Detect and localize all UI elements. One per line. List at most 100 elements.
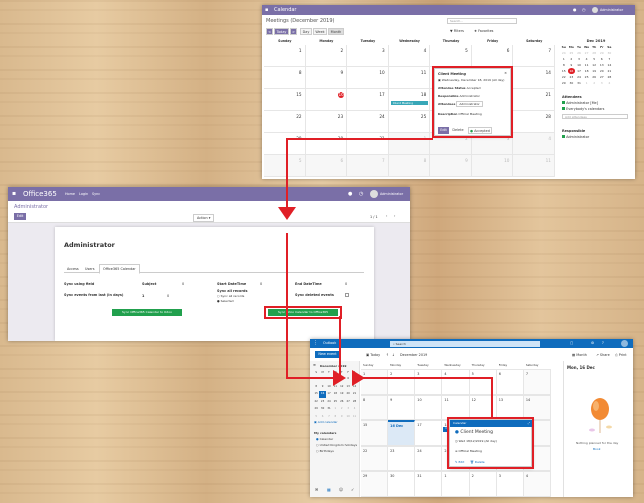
attendee-select[interactable]: Add attendees: [562, 114, 628, 119]
header-icon-1[interactable]: ▢: [570, 341, 573, 345]
day-cell[interactable]: 1: [442, 471, 470, 497]
apps-menu-icon[interactable]: ▪: [265, 7, 268, 13]
mini-day[interactable]: 2: [590, 80, 598, 86]
breadcrumb[interactable]: Administrator: [14, 204, 48, 210]
mini-day[interactable]: 30: [568, 80, 576, 86]
day-cell[interactable]: 24: [347, 111, 389, 133]
menu-home[interactable]: Home: [65, 192, 75, 196]
sync-days-value[interactable]: 1: [142, 294, 144, 298]
day-cell[interactable]: 10: [471, 155, 514, 177]
day-cell[interactable]: 15: [361, 420, 389, 446]
avatar[interactable]: [621, 340, 628, 347]
day-cell[interactable]: 6: [471, 45, 514, 67]
day-cell[interactable]: 9: [388, 394, 416, 421]
prev-button[interactable]: <: [266, 28, 273, 35]
day-cell[interactable]: 6: [305, 155, 348, 177]
sync-all-records-option[interactable]: ○ Sync all records: [217, 294, 244, 298]
sync-deleted-checkbox[interactable]: [345, 293, 349, 297]
day-cell[interactable]: 18: [388, 89, 431, 111]
day-cell[interactable]: 11: [513, 155, 555, 177]
day-cell[interactable]: 16: [305, 89, 348, 111]
month-view-button[interactable]: Month: [328, 28, 344, 35]
mini-day[interactable]: 3: [598, 80, 606, 86]
activity-icon[interactable]: ◷: [582, 7, 586, 12]
day-cell[interactable]: 17: [347, 89, 389, 111]
checkbox-icon[interactable]: [562, 101, 565, 104]
day-cell[interactable]: 30: [388, 471, 416, 497]
today-button[interactable]: Today: [274, 28, 289, 35]
day-cell[interactable]: 5: [430, 45, 472, 67]
mini-day[interactable]: 11: [351, 414, 357, 421]
day-cell[interactable]: 21: [513, 89, 555, 111]
checkbox-icon[interactable]: [562, 135, 565, 138]
mini-day[interactable]: 1: [583, 80, 591, 86]
activity-icon[interactable]: ◷: [359, 191, 363, 197]
settings-icon[interactable]: ⚙: [591, 341, 594, 345]
day-cell[interactable]: 2: [305, 45, 348, 67]
user-name[interactable]: Administrator: [380, 192, 403, 196]
app-title[interactable]: Calendar: [274, 7, 296, 13]
day-cell[interactable]: 25: [388, 111, 431, 133]
day-cell[interactable]: 4: [388, 45, 431, 67]
day-cell[interactable]: 9: [430, 155, 472, 177]
menu-sync[interactable]: Sync: [92, 192, 100, 196]
day-view-button[interactable]: Day: [300, 28, 312, 35]
chat-icon[interactable]: ●: [348, 191, 352, 197]
action-dropdown[interactable]: Action ▾: [193, 214, 215, 222]
day-cell[interactable]: 1: [388, 133, 431, 155]
day-cell[interactable]: 22: [264, 111, 306, 133]
apps-menu-icon[interactable]: ▪: [12, 190, 16, 197]
day-cell[interactable]: 7: [513, 45, 555, 67]
todo-icon[interactable]: ✓: [351, 487, 354, 492]
chat-icon[interactable]: ●: [573, 7, 577, 12]
day-cell[interactable]: 2: [388, 369, 416, 395]
tab-users[interactable]: Users: [85, 267, 95, 271]
print-button[interactable]: ⎙ Print: [615, 353, 627, 357]
empty-state-link[interactable]: Book: [593, 447, 600, 451]
day-cell[interactable]: 23: [305, 111, 348, 133]
day-cell[interactable]: 7: [347, 155, 389, 177]
day-cell[interactable]: 3: [347, 45, 389, 67]
responsible-item[interactable]: Administrator: [562, 135, 589, 139]
mini-day[interactable]: 4: [606, 80, 614, 86]
day-cell[interactable]: 29: [264, 133, 306, 155]
favorites-dropdown[interactable]: ★ Favorites: [474, 29, 493, 33]
prev-icon[interactable]: ↑: [386, 353, 389, 357]
calendar-item[interactable]: ○ Birthdays: [316, 449, 334, 453]
day-cell[interactable]: 3: [415, 369, 443, 395]
day-cell[interactable]: 9: [305, 67, 348, 89]
mini-day[interactable]: 31: [575, 80, 583, 86]
add-calendar-link[interactable]: ▣ Add calendar: [314, 420, 338, 424]
subject-value[interactable]: 0: [182, 282, 184, 286]
new-event-button[interactable]: New event: [315, 351, 340, 358]
day-cell[interactable]: 23: [388, 445, 416, 472]
day-cell[interactable]: 11: [388, 67, 431, 89]
month-label[interactable]: December 2019: [400, 353, 427, 357]
day-cell[interactable]: 8: [361, 394, 389, 421]
tab-access[interactable]: Access: [67, 267, 79, 271]
filters-dropdown[interactable]: ▼ Filters: [450, 29, 464, 33]
day-cell[interactable]: 3: [496, 471, 524, 497]
day-cell[interactable]: 1: [361, 369, 389, 395]
day-cell[interactable]: 4: [513, 133, 555, 155]
day-cell[interactable]: 6: [496, 369, 524, 395]
day-cell[interactable]: 7: [523, 369, 551, 395]
sync-days-value-2[interactable]: 0: [167, 294, 169, 298]
day-cell[interactable]: 8: [264, 67, 306, 89]
week-view-button[interactable]: Week: [313, 28, 327, 35]
day-cell[interactable]: 30: [305, 133, 348, 155]
day-cell[interactable]: 15: [264, 89, 306, 111]
selected-option[interactable]: ● Selected: [217, 299, 234, 303]
avatar[interactable]: [370, 190, 378, 198]
mini-day[interactable]: 21: [351, 391, 357, 398]
day-cell[interactable]: 16 Dec: [388, 420, 416, 446]
tab-office365-calendar[interactable]: Office365 Calendar: [99, 264, 140, 274]
day-cell[interactable]: 29: [361, 471, 389, 497]
sync-from-office365-button[interactable]: Sync Office365 Calendar to Odoo: [112, 309, 182, 316]
user-name[interactable]: Administrator: [600, 8, 623, 12]
mail-icon[interactable]: ✉: [315, 487, 318, 492]
mini-day[interactable]: 4: [351, 406, 357, 413]
day-cell[interactable]: 31: [415, 471, 443, 497]
calendar-nav-icon[interactable]: ▦: [327, 487, 331, 492]
avatar[interactable]: [592, 7, 598, 13]
